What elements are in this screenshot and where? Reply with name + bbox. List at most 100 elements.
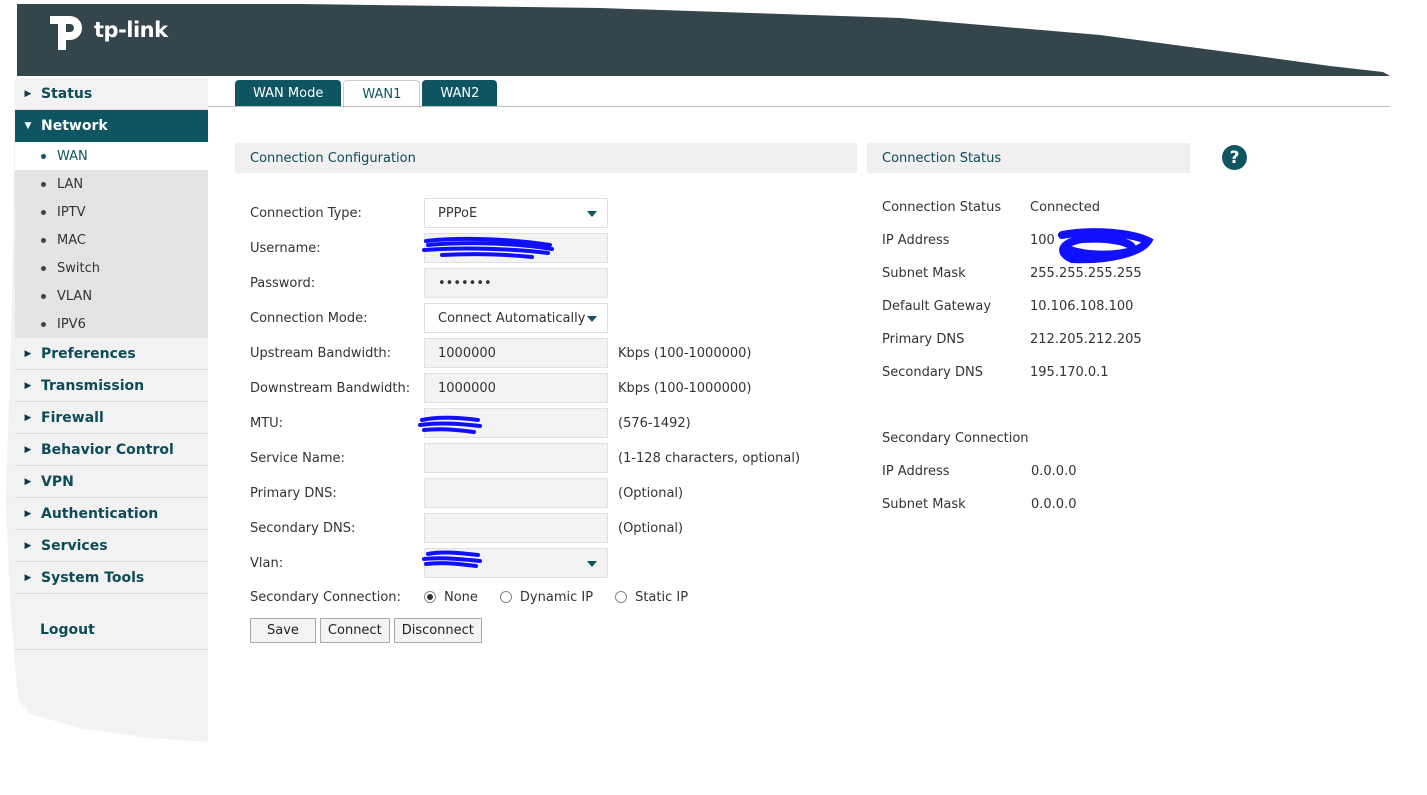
password-input[interactable]: •••••••: [424, 268, 608, 298]
status-row-gateway: Default Gateway 10.106.108.100: [882, 296, 1133, 316]
radio-dynamic-ip[interactable]: Dynamic IP: [499, 589, 594, 605]
sidebar-item-label: System Tools: [41, 569, 145, 586]
radio-label: None: [444, 589, 478, 605]
status-label: IP Address: [882, 463, 950, 479]
caret-right-icon: ▶: [24, 444, 32, 455]
sidebar-item-services[interactable]: ▶ Services: [15, 530, 208, 562]
radio-unchecked-icon: [499, 591, 512, 603]
mtu-hint: (576-1492): [618, 415, 691, 431]
status-row-primary-dns: Primary DNS 212.205.212.205: [882, 329, 1142, 349]
upstream-label: Upstream Bandwidth:: [250, 345, 392, 361]
logout-link[interactable]: Logout: [15, 610, 208, 650]
mtu-row: MTU: (576-1492): [250, 408, 691, 438]
sidebar-item-behavior-control[interactable]: ▶ Behavior Control: [15, 434, 208, 466]
submenu-item-iptv[interactable]: IPTV: [15, 198, 208, 226]
caret-right-icon: ▶: [24, 88, 32, 99]
caret-right-icon: ▶: [24, 572, 32, 583]
secondary-row-subnet: Subnet Mask 0.0.0.0: [882, 494, 1076, 514]
bullet-icon: [41, 321, 46, 327]
status-row-subnet: Subnet Mask 255.255.255.255: [882, 263, 1142, 283]
tab-wan2[interactable]: WAN2: [422, 80, 498, 107]
caret-right-icon: ▶: [24, 380, 32, 391]
tab-wan-mode[interactable]: WAN Mode: [235, 80, 342, 107]
submenu-label: IPTV: [57, 204, 86, 220]
submenu-item-switch[interactable]: Switch: [15, 254, 208, 282]
status-label: Secondary DNS: [882, 364, 983, 380]
sidebar-item-vpn[interactable]: ▶ VPN: [15, 466, 208, 498]
sidebar-item-network[interactable]: ▼ Network: [15, 110, 208, 142]
mtu-input[interactable]: [424, 408, 608, 438]
sidebar-item-authentication[interactable]: ▶ Authentication: [15, 498, 208, 530]
secondary-dns-input[interactable]: [424, 513, 608, 543]
password-row: Password: •••••••: [250, 268, 608, 298]
tab-wan1[interactable]: WAN1: [343, 80, 421, 108]
redaction-scribble: [1058, 228, 1154, 264]
sidebar-item-label: Transmission: [41, 377, 145, 394]
caret-right-icon: ▶: [24, 412, 32, 423]
sidebar-item-label: Preferences: [41, 345, 136, 362]
status-label: Subnet Mask: [882, 496, 966, 512]
connection-mode-select[interactable]: Connect Automatically: [424, 303, 608, 333]
radio-label: Dynamic IP: [519, 589, 594, 605]
status-value: 0.0.0.0: [1031, 463, 1077, 479]
service-name-row: Service Name: (1-128 characters, optiona…: [250, 443, 800, 473]
connection-configuration-header: Connection Configuration: [235, 143, 857, 173]
sidebar-item-system-tools[interactable]: ▶ System Tools: [15, 562, 208, 594]
bullet-icon: [41, 293, 46, 299]
sidebar-item-firewall[interactable]: ▶ Firewall: [15, 402, 208, 434]
upstream-input[interactable]: 1000000: [424, 338, 608, 368]
sidebar-item-label: Firewall: [41, 409, 104, 426]
submenu-item-ipv6[interactable]: IPV6: [15, 310, 208, 338]
vlan-label: Vlan:: [250, 555, 284, 571]
submenu-label: MAC: [57, 232, 86, 248]
username-input[interactable]: [424, 233, 608, 263]
downstream-input[interactable]: 1000000: [424, 373, 608, 403]
bullet-icon: [41, 237, 46, 243]
connection-mode-row: Connection Mode: Connect Automatically: [250, 303, 608, 333]
status-value: Connected: [1030, 199, 1101, 215]
status-row-connection: Connection Status Connected: [882, 197, 1100, 217]
form-buttons: Save Connect Disconnect: [250, 618, 486, 643]
status-value: 212.205.212.205: [1030, 331, 1142, 347]
secondary-dns-hint: (Optional): [618, 520, 684, 536]
status-label: Primary DNS: [882, 331, 965, 347]
status-value: 0.0.0.0: [1031, 496, 1077, 512]
caret-right-icon: ▶: [24, 348, 32, 359]
network-submenu: WAN LAN IPTV MAC Switch VLAN IPV6: [15, 142, 208, 338]
bullet-icon: [41, 265, 46, 271]
status-label: Subnet Mask: [882, 265, 966, 281]
save-button[interactable]: Save: [250, 618, 316, 643]
status-value: 10.106.108.100: [1030, 298, 1134, 314]
disconnect-button[interactable]: Disconnect: [393, 618, 482, 643]
secondary-dns-label: Secondary DNS:: [250, 520, 356, 536]
submenu-item-lan[interactable]: LAN: [15, 170, 208, 198]
mtu-label: MTU:: [250, 415, 284, 431]
service-name-label: Service Name:: [250, 450, 345, 466]
sidebar-item-label: Behavior Control: [41, 441, 174, 458]
submenu-item-mac[interactable]: MAC: [15, 226, 208, 254]
vlan-select[interactable]: [424, 548, 608, 578]
primary-dns-input[interactable]: [424, 478, 608, 508]
radio-none[interactable]: None: [424, 590, 478, 605]
status-value: 255.255.255.255: [1030, 265, 1142, 281]
username-label: Username:: [250, 240, 321, 256]
connect-button[interactable]: Connect: [319, 618, 390, 643]
submenu-item-vlan[interactable]: VLAN: [15, 282, 208, 310]
help-icon[interactable]: ?: [1222, 145, 1247, 170]
radio-static-ip[interactable]: Static IP: [615, 590, 688, 605]
primary-dns-hint: (Optional): [618, 485, 684, 501]
connection-status-header: Connection Status: [867, 143, 1190, 173]
service-name-input[interactable]: [424, 443, 608, 473]
sidebar-item-preferences[interactable]: ▶ Preferences: [15, 338, 208, 370]
sidebar-item-status[interactable]: ▶ Status: [15, 78, 208, 110]
connection-mode-label: Connection Mode:: [250, 310, 368, 326]
submenu-label: IPV6: [57, 316, 86, 332]
sidebar-item-label: Network: [41, 118, 108, 134]
downstream-row: Downstream Bandwidth: 1000000 Kbps (100-…: [250, 373, 751, 403]
submenu-label: WAN: [57, 148, 88, 164]
status-value: 195.170.0.1: [1030, 364, 1109, 380]
service-name-hint: (1-128 characters, optional): [618, 450, 801, 466]
sidebar-item-transmission[interactable]: ▶ Transmission: [15, 370, 208, 402]
connection-type-select[interactable]: PPPoE: [424, 198, 608, 228]
submenu-item-wan[interactable]: WAN: [15, 142, 208, 170]
